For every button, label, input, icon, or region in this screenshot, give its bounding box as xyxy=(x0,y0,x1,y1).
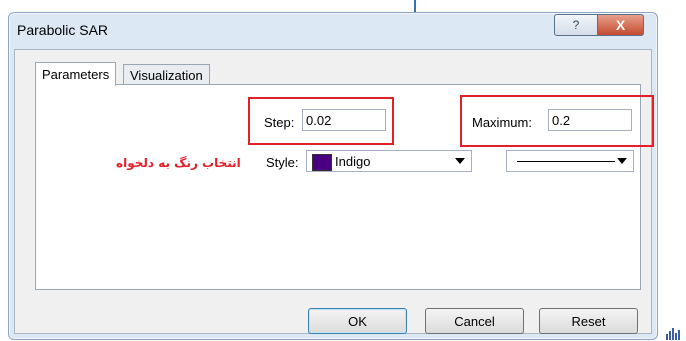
style-label: Style: xyxy=(266,155,299,170)
maximum-label: Maximum: xyxy=(472,115,532,130)
maximum-input[interactable]: 0.2 xyxy=(548,109,632,131)
tab-visualization[interactable]: Visualization xyxy=(123,64,210,85)
help-icon: ? xyxy=(572,18,580,32)
close-button[interactable]: X xyxy=(597,14,644,36)
dialog-client-area: Parameters Visualization Step: 0.02 Maxi… xyxy=(14,49,654,334)
tab-parameters[interactable]: Parameters xyxy=(35,62,117,86)
line-style-select[interactable] xyxy=(506,150,634,172)
close-icon: X xyxy=(615,17,626,33)
dialog-title: Parabolic SAR xyxy=(17,22,109,38)
color-swatch xyxy=(312,154,332,171)
cancel-button[interactable]: Cancel xyxy=(425,308,524,334)
parabolic-sar-dialog: Parabolic SAR ? X Parameters Visualizati… xyxy=(8,12,658,340)
ok-button[interactable]: OK xyxy=(308,308,407,334)
step-label: Step: xyxy=(264,115,295,130)
help-button[interactable]: ? xyxy=(554,14,598,36)
line-style-preview xyxy=(517,161,615,162)
step-input[interactable]: 0.02 xyxy=(302,109,386,131)
parameters-panel: Step: 0.02 Maximum: 0.2 انتخاب رنگ به دل… xyxy=(35,84,654,290)
chevron-down-icon xyxy=(617,158,627,164)
color-name: Indigo xyxy=(335,154,371,169)
chevron-down-icon xyxy=(455,158,465,164)
reset-button[interactable]: Reset xyxy=(539,308,638,334)
color-select[interactable]: Indigo xyxy=(306,150,472,172)
annotation-text: انتخاب رنگ به دلخواه xyxy=(116,156,241,170)
background-chart-bars xyxy=(664,320,684,340)
